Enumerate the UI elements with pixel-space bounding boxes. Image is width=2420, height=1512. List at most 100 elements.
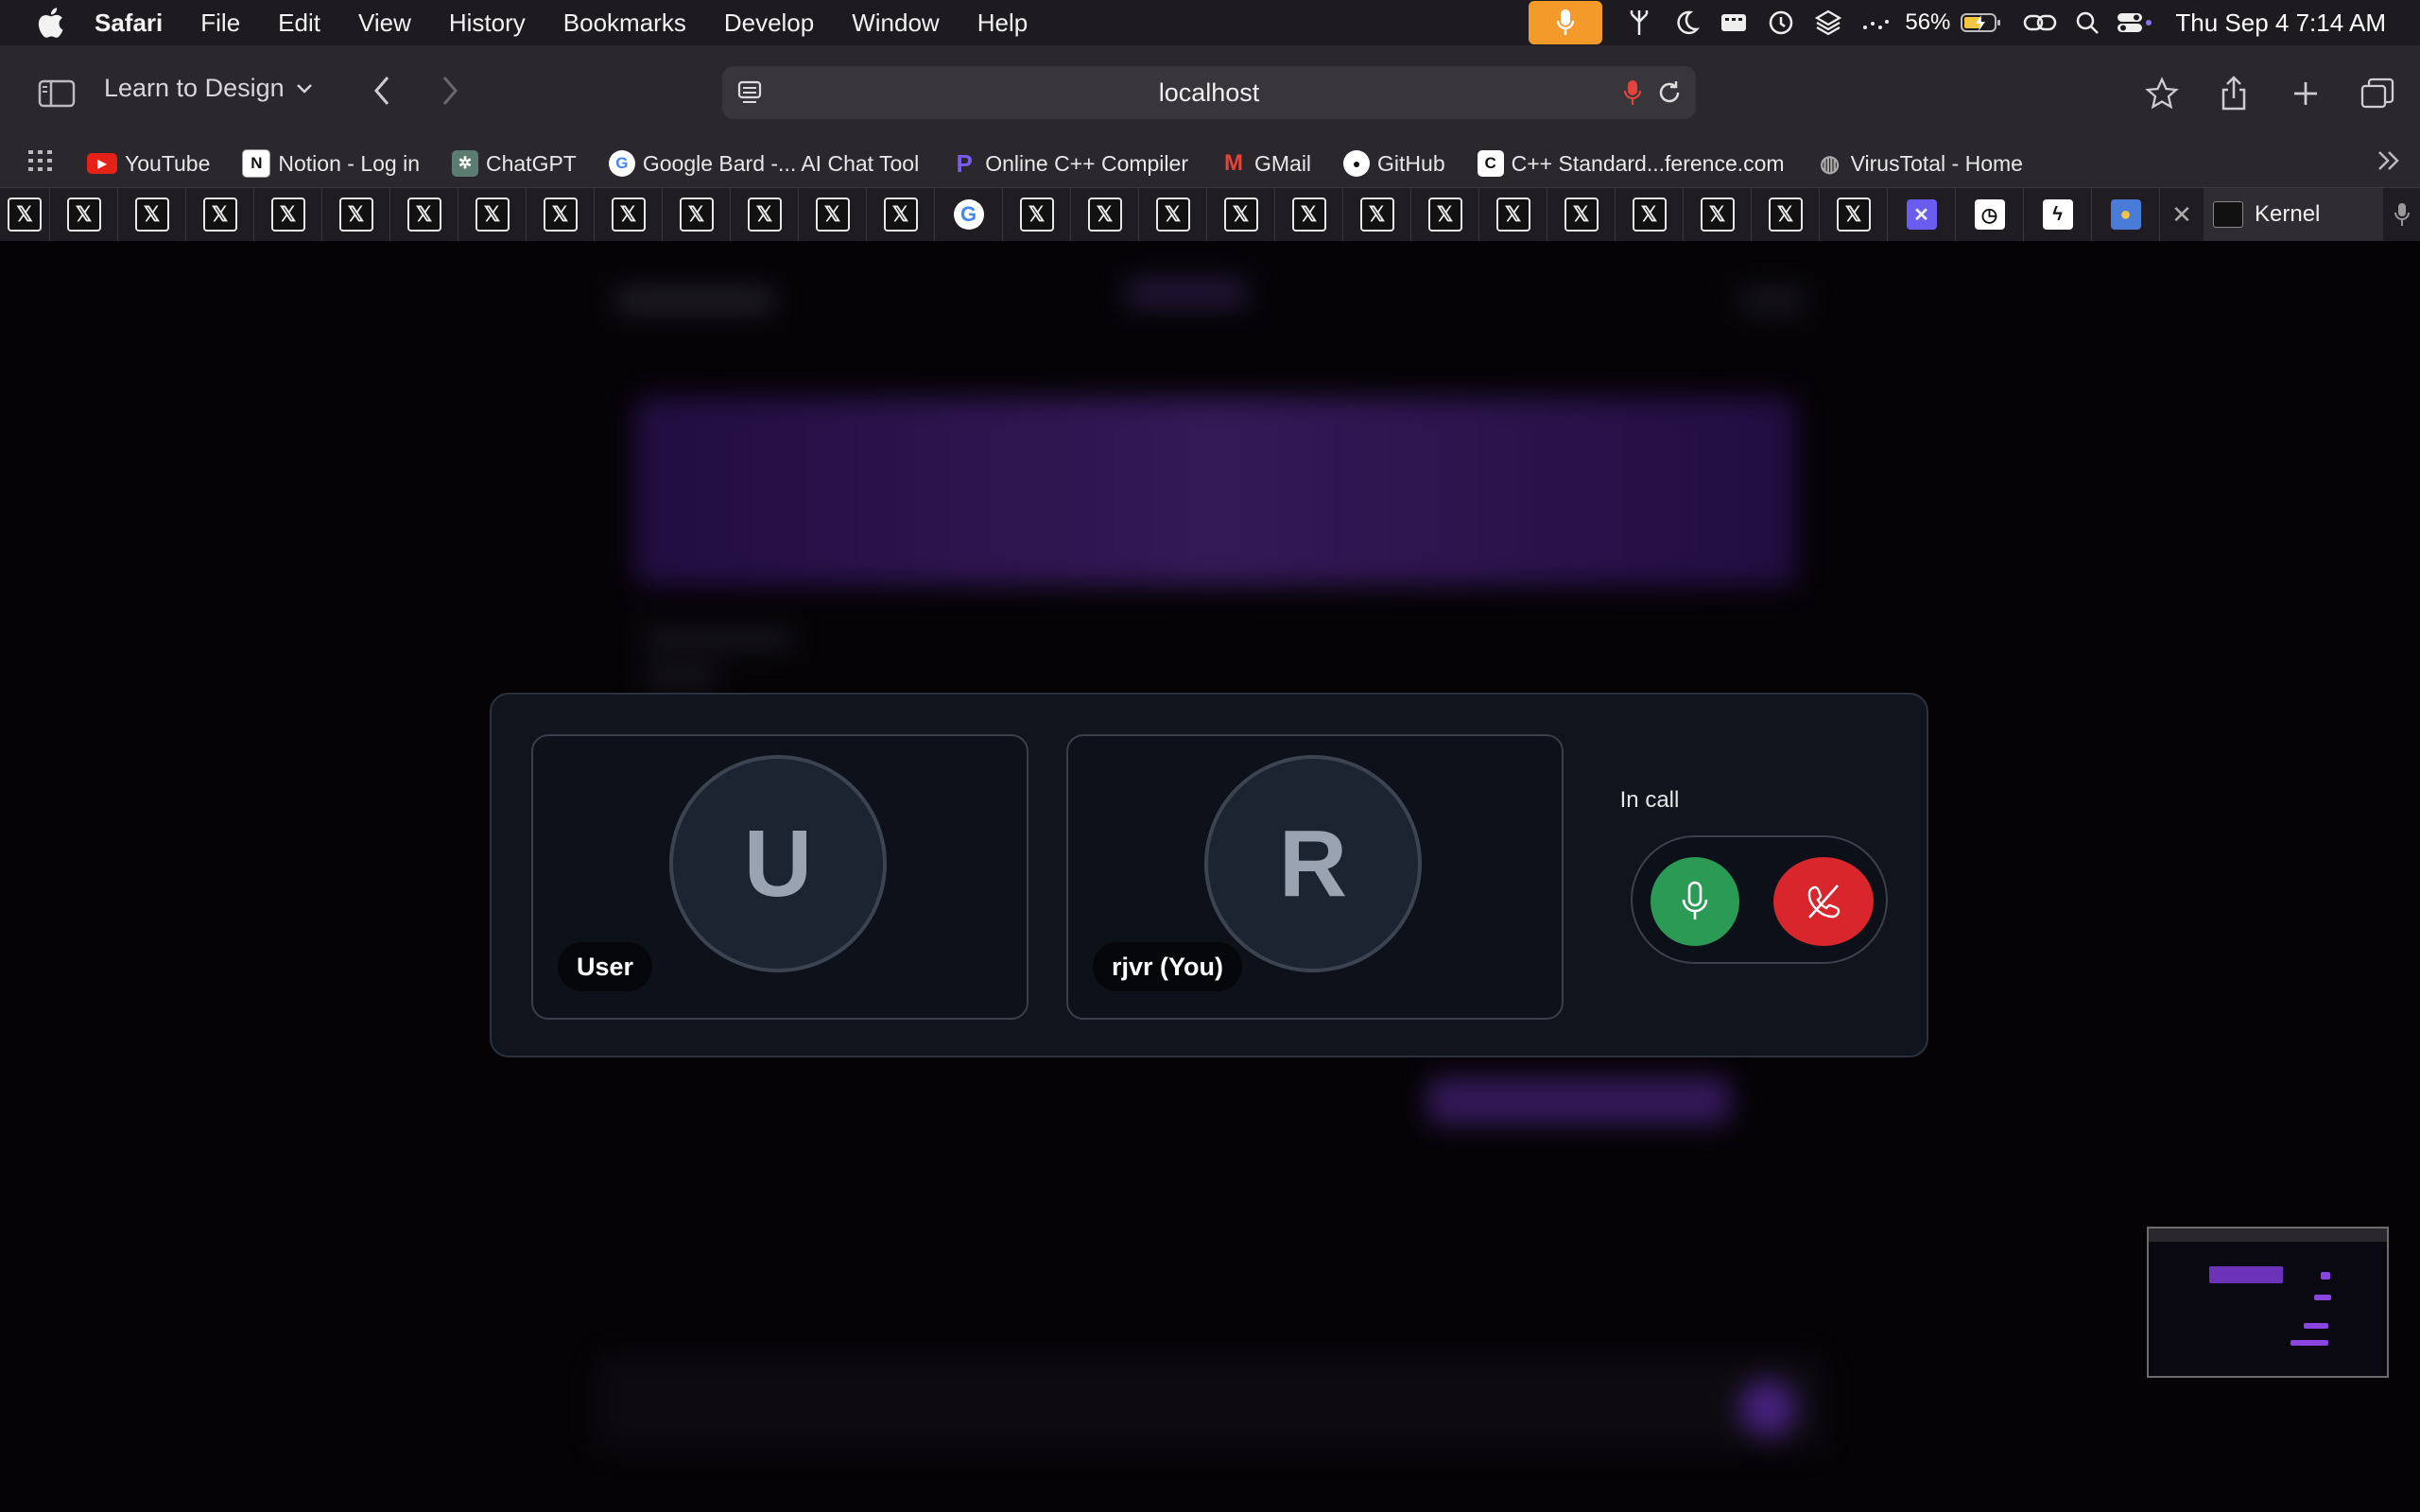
bookmark-google-bard[interactable]: G Google Bard -... AI Chat Tool: [608, 150, 919, 177]
menu-window[interactable]: Window: [833, 9, 958, 38]
bookmark-github[interactable]: ● GitHub: [1343, 150, 1445, 177]
menu-file[interactable]: File: [182, 9, 259, 38]
pinned-tab-bolt[interactable]: ϟ: [2024, 188, 2092, 241]
more-bookmarks-icon[interactable]: [2377, 149, 2401, 178]
x-logo-icon: 𝕏: [1359, 198, 1394, 232]
end-call-button[interactable]: [1773, 857, 1874, 946]
x-logo-icon: 𝕏: [338, 198, 373, 232]
show-all-bookmarks-icon[interactable]: [28, 150, 53, 177]
x-logo-icon: 𝕏: [134, 198, 169, 232]
compiler-icon: P: [956, 148, 973, 178]
pinned-tab-x[interactable]: 𝕏: [1003, 188, 1071, 241]
pinned-tab-tool[interactable]: ✕: [1888, 188, 1956, 241]
tab-group-selector[interactable]: Learn to Design: [104, 74, 313, 103]
participant-tile: U User: [531, 734, 1028, 1020]
layers-icon[interactable]: [1805, 0, 1852, 45]
x-logo-icon: 𝕏: [1564, 198, 1599, 232]
pinned-tab-x[interactable]: 𝕏: [1275, 188, 1343, 241]
pinned-tab-x[interactable]: 𝕏: [322, 188, 390, 241]
favorite-star-icon[interactable]: [2138, 70, 2186, 117]
pinned-tab-x[interactable]: 𝕏: [527, 188, 595, 241]
pinned-tab-x[interactable]: 𝕏: [0, 188, 50, 241]
pinned-tab-clock[interactable]: ◷: [1956, 188, 2024, 241]
pinned-tab-x[interactable]: 𝕏: [663, 188, 731, 241]
menu-bookmarks[interactable]: Bookmarks: [544, 9, 705, 38]
forward-button[interactable]: [437, 74, 463, 112]
fork-icon[interactable]: [1616, 0, 1663, 45]
participant-avatar: R: [1204, 755, 1422, 972]
pinned-tab-google[interactable]: G: [935, 188, 1003, 241]
address-bar[interactable]: localhost: [722, 66, 1696, 119]
x-logo-icon: 𝕏: [1495, 198, 1530, 232]
reload-icon[interactable]: [1656, 79, 1683, 111]
pinned-tab-x[interactable]: 𝕏: [186, 188, 254, 241]
new-tab-icon[interactable]: [2282, 70, 2329, 117]
back-button[interactable]: [369, 74, 395, 112]
bookmark-label: Notion - Log in: [278, 150, 420, 176]
bookmark-label: VirusTotal - Home: [1850, 150, 2023, 176]
pinned-tab-x[interactable]: 𝕏: [1343, 188, 1411, 241]
bookmark-cppreference[interactable]: C C++ Standard...ference.com: [1477, 150, 1785, 177]
pinned-tab-x[interactable]: 𝕏: [254, 188, 322, 241]
pinned-tab-x[interactable]: 𝕏: [799, 188, 867, 241]
pinned-tab-x[interactable]: 𝕏: [1547, 188, 1616, 241]
close-tab-icon[interactable]: ✕: [2160, 188, 2204, 241]
notion-icon: N: [242, 149, 271, 178]
pinned-tab-x[interactable]: 𝕏: [867, 188, 935, 241]
address-mic-icon[interactable]: [1623, 79, 1642, 111]
menubar-clock[interactable]: Thu Sep 4 7:14 AM: [2175, 9, 2386, 38]
menu-view[interactable]: View: [339, 9, 430, 38]
pinned-tab-x[interactable]: 𝕏: [1752, 188, 1820, 241]
apple-menu-icon[interactable]: [25, 0, 76, 45]
mic-in-use-indicator[interactable]: [1529, 1, 1603, 44]
pinned-tab-x[interactable]: 𝕏: [1820, 188, 1888, 241]
pinned-tab-x[interactable]: 𝕏: [1139, 188, 1207, 241]
active-tab-title: Kernel: [2255, 201, 2321, 227]
pinned-tab-x[interactable]: 𝕏: [731, 188, 799, 241]
sidebar-toggle-icon[interactable]: [38, 78, 76, 113]
bookmark-chatgpt[interactable]: ✲ ChatGPT: [451, 150, 577, 177]
focus-moon-icon[interactable]: [1663, 0, 1710, 45]
pinned-tab-x[interactable]: 𝕏: [1411, 188, 1479, 241]
pinned-tab-x[interactable]: 𝕏: [1207, 188, 1275, 241]
menu-edit[interactable]: Edit: [259, 9, 339, 38]
x-logo-icon: 𝕏: [8, 198, 42, 232]
control-center-icon[interactable]: [2111, 0, 2158, 45]
keyboard-icon[interactable]: [1710, 0, 1757, 45]
menu-develop[interactable]: Develop: [705, 9, 833, 38]
share-icon[interactable]: [2210, 70, 2257, 117]
dots-status-icon[interactable]: [1852, 0, 1899, 45]
tab-overview-icon[interactable]: [2354, 70, 2401, 117]
pinned-tab-x[interactable]: 𝕏: [1479, 188, 1547, 241]
tab-mic-icon[interactable]: [2383, 202, 2420, 227]
menu-history[interactable]: History: [430, 9, 544, 38]
mute-toggle-button[interactable]: [1651, 857, 1739, 946]
bookmark-gmail[interactable]: M GMail: [1220, 150, 1311, 177]
pinned-tab-x[interactable]: 𝕏: [50, 188, 118, 241]
pinned-tab-x[interactable]: 𝕏: [595, 188, 663, 241]
x-logo-icon: 𝕏: [1632, 198, 1667, 232]
link-icon[interactable]: [2016, 0, 2064, 45]
battery-icon[interactable]: [1958, 0, 2005, 45]
microphone-icon: [1682, 881, 1708, 919]
bookmark-online-cpp-compiler[interactable]: P Online C++ Compiler: [951, 148, 1188, 178]
bookmark-notion[interactable]: N Notion - Log in: [242, 149, 420, 178]
pinned-tab-x[interactable]: 𝕏: [1616, 188, 1684, 241]
menu-app-safari[interactable]: Safari: [76, 9, 182, 38]
pinned-tab-x[interactable]: 𝕏: [1071, 188, 1139, 241]
bookmark-label: Online C++ Compiler: [985, 150, 1188, 176]
pinned-tab-x[interactable]: 𝕏: [390, 188, 458, 241]
pinned-tab-x[interactable]: 𝕏: [1684, 188, 1752, 241]
bookmark-youtube[interactable]: ▶ YouTube: [87, 151, 210, 177]
time-machine-icon[interactable]: [1757, 0, 1805, 45]
screenshot-thumbnail[interactable]: [2147, 1227, 2389, 1378]
tab-strip: 𝕏 𝕏 𝕏 𝕏 𝕏 𝕏 𝕏 𝕏 𝕏 𝕏 𝕏 𝕏 𝕏 𝕏 G 𝕏 𝕏 𝕏 𝕏 𝕏 …: [0, 187, 2420, 241]
pinned-tab-x[interactable]: 𝕏: [118, 188, 186, 241]
bookmark-virustotal[interactable]: ◍ VirusTotal - Home: [1817, 150, 2023, 177]
pinned-tab-x[interactable]: 𝕏: [458, 188, 527, 241]
pinned-tab-chat[interactable]: ●: [2092, 188, 2160, 241]
menu-help[interactable]: Help: [959, 9, 1046, 38]
spotlight-search-icon[interactable]: [2064, 0, 2111, 45]
browser-toolbar: Learn to Design localhost: [0, 45, 2420, 144]
active-tab[interactable]: Kernel: [2204, 188, 2383, 241]
